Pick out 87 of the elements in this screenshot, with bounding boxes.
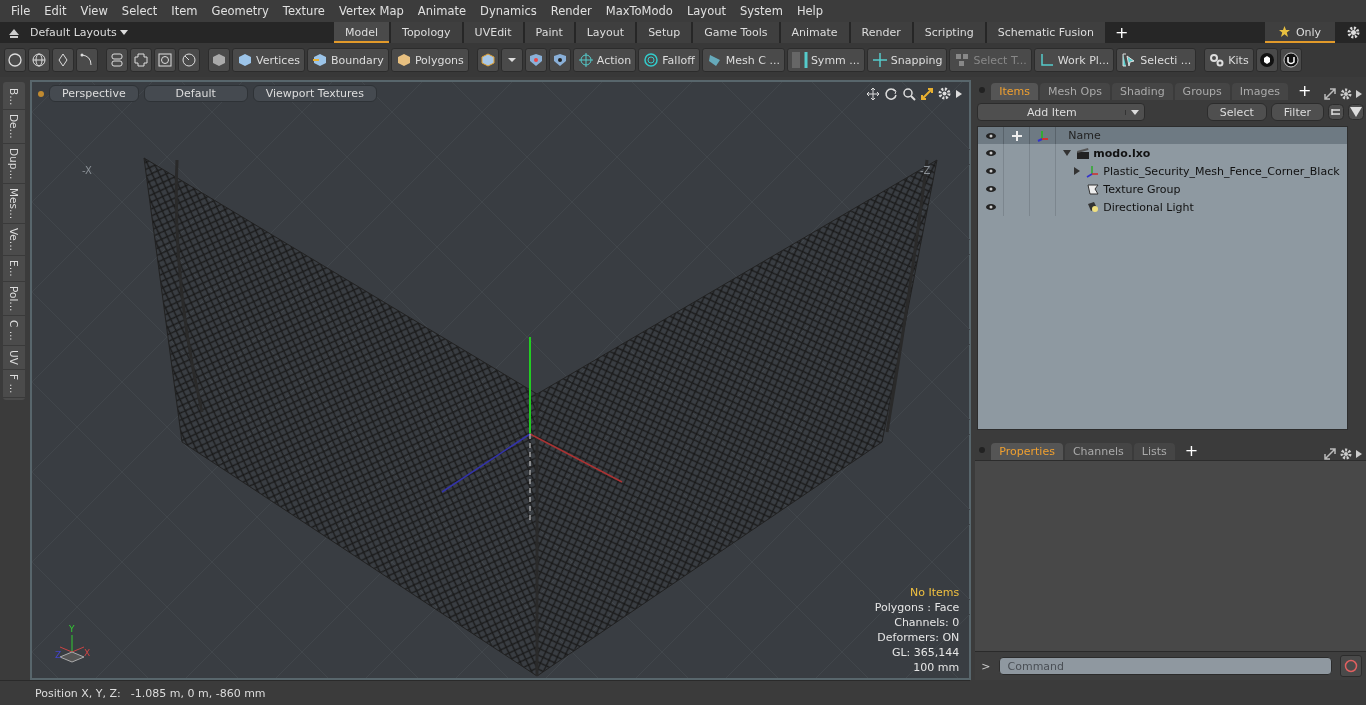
- position-value: -1.085 m, 0 m, -860 mm: [130, 686, 266, 700]
- side-tab[interactable]: Ve...: [3, 224, 25, 257]
- side-tab[interactable]: C ...: [3, 316, 25, 346]
- viewport-button[interactable]: Perspective: [49, 85, 139, 102]
- layout-tab[interactable]: Topology: [391, 22, 462, 43]
- viewport-button[interactable]: Viewport Textures: [252, 85, 377, 102]
- command-prompt: >: [981, 659, 991, 673]
- layout-tab[interactable]: UVEdit: [463, 22, 523, 43]
- tool-button[interactable]: Kits: [1204, 48, 1254, 72]
- gizmo-axis-label: Y: [69, 624, 75, 634]
- 3d-viewport[interactable]: Perspective Default Viewport Textures -X -Z Y Z X No Items Polygons : Face Channels: 0 Deformers: ON GL: 365,144 100 mm: [30, 80, 972, 680]
- filter-button[interactable]: Filter: [1270, 103, 1324, 121]
- menu-item[interactable]: Dynamics: [473, 4, 544, 18]
- menu-item[interactable]: Layout: [679, 4, 733, 18]
- tool-button[interactable]: Symm ...: [786, 48, 865, 72]
- viewport-info-text: Polygons : Face: [874, 601, 960, 614]
- menu-item[interactable]: Select: [114, 4, 165, 18]
- menu-item[interactable]: Animate: [410, 4, 474, 18]
- tool-button[interactable]: Vertices: [232, 48, 305, 72]
- panel-tab[interactable]: Shading: [1111, 83, 1173, 100]
- viewport-info-text: Channels: 0: [894, 616, 960, 629]
- panel-tab[interactable]: Channels: [1064, 443, 1132, 460]
- viewport-info-text: No Items: [910, 586, 960, 599]
- layout-tab[interactable]: Schematic Fusion: [986, 22, 1106, 43]
- side-tab[interactable]: Pol...: [3, 281, 25, 317]
- side-tab[interactable]: UV: [3, 345, 25, 370]
- command-field[interactable]: Command: [998, 657, 1332, 675]
- panel-tab[interactable]: Mesh Ops: [1040, 83, 1110, 100]
- panel-tab[interactable]: Properties: [991, 443, 1063, 460]
- side-tab[interactable]: De...: [3, 110, 25, 144]
- viewport-info-text: GL: 365,144: [891, 646, 960, 659]
- tool-button[interactable]: Polygons: [390, 48, 469, 72]
- menu-item[interactable]: MaxToModo: [598, 4, 680, 18]
- layouts-dropdown[interactable]: Default Layouts: [30, 26, 128, 39]
- menu-item[interactable]: Help: [789, 4, 831, 18]
- side-tab[interactable]: Dup...: [3, 143, 25, 185]
- add-item-dropdown[interactable]: Add Item: [977, 103, 1146, 121]
- tool-button[interactable]: Falloff: [638, 48, 700, 72]
- axis-label: -Z: [920, 165, 931, 176]
- menu-item[interactable]: Texture: [275, 4, 332, 18]
- layout-tab[interactable]: Render: [850, 22, 912, 43]
- viewport-info-text: Deformers: ON: [877, 631, 960, 644]
- add-tab-button[interactable]: +: [1107, 22, 1137, 43]
- panel-tab[interactable]: Lists: [1133, 443, 1175, 460]
- tool-button[interactable]: Mesh C ...: [701, 48, 785, 72]
- tool-button[interactable]: Snapping: [866, 48, 948, 72]
- position-label: Position X, Y, Z:: [35, 686, 121, 700]
- axis-label: -X: [82, 165, 92, 176]
- layout-tab[interactable]: Animate: [780, 22, 849, 43]
- layout-tab[interactable]: Game Tools: [693, 22, 779, 43]
- layout-tab[interactable]: Layout: [575, 22, 636, 43]
- tool-button[interactable]: Action: [572, 48, 637, 72]
- tool-button[interactable]: Boundary: [306, 48, 389, 72]
- layout-tab[interactable]: Model: [334, 22, 390, 43]
- layout-tab[interactable]: Paint: [524, 22, 574, 43]
- gizmo-axis-label: Z: [55, 650, 62, 660]
- tree-item[interactable]: modo.lxo: [1056, 146, 1151, 160]
- panel-tab[interactable]: Items: [991, 83, 1039, 100]
- menu-item[interactable]: Item: [164, 4, 205, 18]
- menu-item[interactable]: View: [73, 4, 115, 18]
- menu-item[interactable]: Geometry: [204, 4, 276, 18]
- layout-tab[interactable]: Setup: [637, 22, 692, 43]
- menu-item[interactable]: System: [733, 4, 790, 18]
- select-button[interactable]: Select: [1206, 103, 1267, 121]
- side-tab[interactable]: F ...: [3, 369, 25, 398]
- tree-item[interactable]: Directional Light: [1056, 200, 1194, 214]
- menu-item[interactable]: Render: [543, 4, 599, 18]
- add-tab-button[interactable]: +: [1290, 81, 1320, 100]
- layout-tab[interactable]: Scripting: [913, 22, 985, 43]
- column-header[interactable]: Name: [1056, 129, 1101, 142]
- viewport-button[interactable]: Default: [143, 85, 248, 102]
- tool-button[interactable]: Work Pl...: [1033, 48, 1115, 72]
- side-tab[interactable]: B...: [3, 84, 25, 111]
- gizmo-axis-label: X: [84, 648, 91, 658]
- only-button[interactable]: Only: [1265, 22, 1335, 43]
- menu-item[interactable]: Vertex Map: [331, 4, 411, 18]
- tree-item[interactable]: Plastic_Security_Mesh_Fence_Corner_Black: [1056, 164, 1340, 178]
- menu-item[interactable]: Edit: [37, 4, 74, 18]
- side-tab[interactable]: Mes...: [3, 184, 25, 225]
- side-tab[interactable]: E...: [3, 256, 25, 282]
- tree-item[interactable]: Texture Group: [1056, 182, 1181, 196]
- panel-tab[interactable]: Groups: [1174, 83, 1230, 100]
- viewport-info-text: 100 mm: [913, 661, 960, 674]
- add-tab-button[interactable]: +: [1176, 441, 1207, 460]
- panel-tab[interactable]: Images: [1231, 83, 1289, 100]
- menu-item[interactable]: File: [4, 4, 38, 18]
- tool-button[interactable]: Selecti ...: [1116, 48, 1197, 72]
